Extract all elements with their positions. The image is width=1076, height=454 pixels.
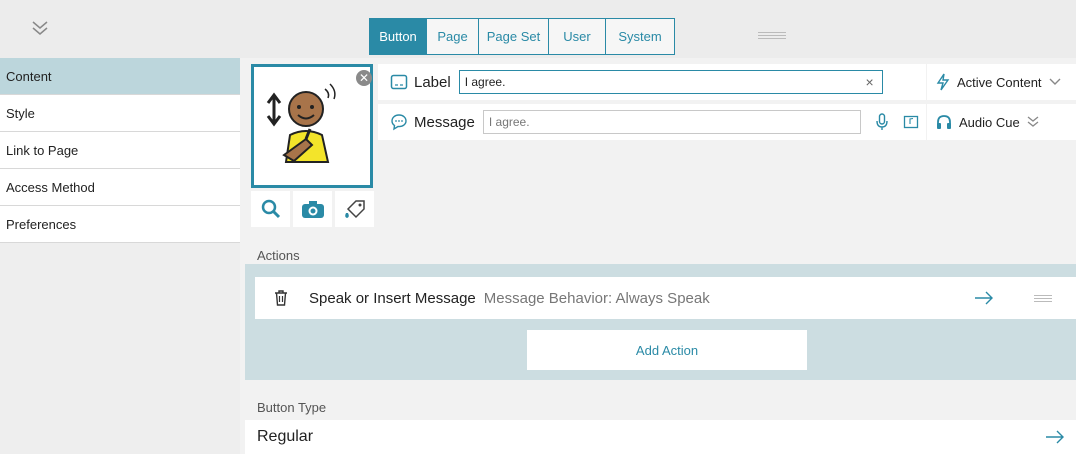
action-name: Speak or Insert Message bbox=[309, 289, 476, 307]
camera-icon[interactable] bbox=[293, 191, 332, 227]
headphones-icon bbox=[937, 115, 951, 129]
label-icon bbox=[390, 74, 408, 90]
tab-button[interactable]: Button bbox=[369, 18, 427, 55]
sidebar-item-preferences[interactable]: Preferences bbox=[0, 206, 240, 243]
top-toolbar: Button Page Page Set User System bbox=[0, 0, 1076, 58]
chevron-down-icon bbox=[1049, 78, 1061, 85]
tab-page[interactable]: Page bbox=[426, 18, 479, 55]
tab-system[interactable]: System bbox=[605, 18, 675, 55]
speech-bubble-icon bbox=[391, 114, 407, 131]
action-detail: Message Behavior: Always Speak bbox=[483, 289, 710, 307]
sidebar-item-link-to-page[interactable]: Link to Page bbox=[0, 132, 240, 169]
collapse-chevron-icon[interactable] bbox=[26, 14, 54, 42]
message-placeholder: I agree. bbox=[488, 115, 530, 129]
message-input[interactable]: I agree. bbox=[482, 110, 861, 134]
scope-tabs: Button Page Page Set User System bbox=[369, 18, 675, 55]
label-input[interactable]: I agree. × bbox=[458, 70, 883, 94]
message-row: Message I agree. bbox=[378, 104, 926, 140]
image-tools bbox=[251, 191, 377, 227]
arrow-right-icon bbox=[1046, 430, 1064, 444]
drag-handle-icon[interactable] bbox=[1034, 295, 1052, 302]
paint-tag-icon[interactable] bbox=[335, 191, 374, 227]
audio-cue-dropdown[interactable]: Audio Cue bbox=[927, 104, 1076, 140]
button-type-selector[interactable]: Regular bbox=[245, 420, 1076, 454]
double-chevron-down-icon bbox=[1027, 116, 1039, 127]
active-content-label: Active Content bbox=[957, 74, 1042, 90]
audio-cue-label: Audio Cue bbox=[959, 114, 1020, 130]
arrow-right-icon[interactable] bbox=[974, 291, 994, 305]
sidebar: Content Style Link to Page Access Method… bbox=[0, 58, 240, 454]
button-symbol-image[interactable] bbox=[251, 64, 373, 188]
label-row: Label I agree. × bbox=[378, 64, 926, 100]
add-action-button[interactable]: Add Action bbox=[527, 330, 807, 370]
tab-page-set[interactable]: Page Set bbox=[478, 18, 549, 55]
sidebar-item-style[interactable]: Style bbox=[0, 95, 240, 132]
clear-icon[interactable]: × bbox=[866, 74, 874, 90]
active-content-dropdown[interactable]: Active Content bbox=[927, 64, 1076, 100]
search-icon[interactable] bbox=[251, 191, 290, 227]
label-title: Label bbox=[414, 73, 451, 91]
sidebar-item-content[interactable]: Content bbox=[0, 58, 240, 95]
button-type-section-title: Button Type bbox=[257, 400, 327, 415]
microphone-icon[interactable] bbox=[875, 113, 889, 131]
label-input-value: I agree. bbox=[464, 75, 506, 89]
action-item[interactable]: Speak or Insert Message Message Behavior… bbox=[255, 277, 1076, 319]
trash-icon[interactable] bbox=[273, 289, 289, 307]
message-title: Message bbox=[414, 113, 475, 131]
tab-user[interactable]: User bbox=[548, 18, 606, 55]
actions-panel: Speak or Insert Message Message Behavior… bbox=[245, 264, 1076, 380]
content-panel: ✕ Label I agree. × Active Content Messag… bbox=[245, 58, 1076, 454]
person-agree-icon bbox=[266, 83, 336, 163]
actions-section-title: Actions bbox=[257, 248, 300, 263]
sound-file-icon[interactable] bbox=[903, 114, 919, 130]
drag-handle-icon[interactable] bbox=[758, 32, 786, 40]
button-type-value: Regular bbox=[257, 428, 314, 445]
lightning-icon bbox=[936, 73, 950, 91]
sidebar-item-access-method[interactable]: Access Method bbox=[0, 169, 240, 206]
remove-image-icon[interactable]: ✕ bbox=[356, 70, 372, 86]
